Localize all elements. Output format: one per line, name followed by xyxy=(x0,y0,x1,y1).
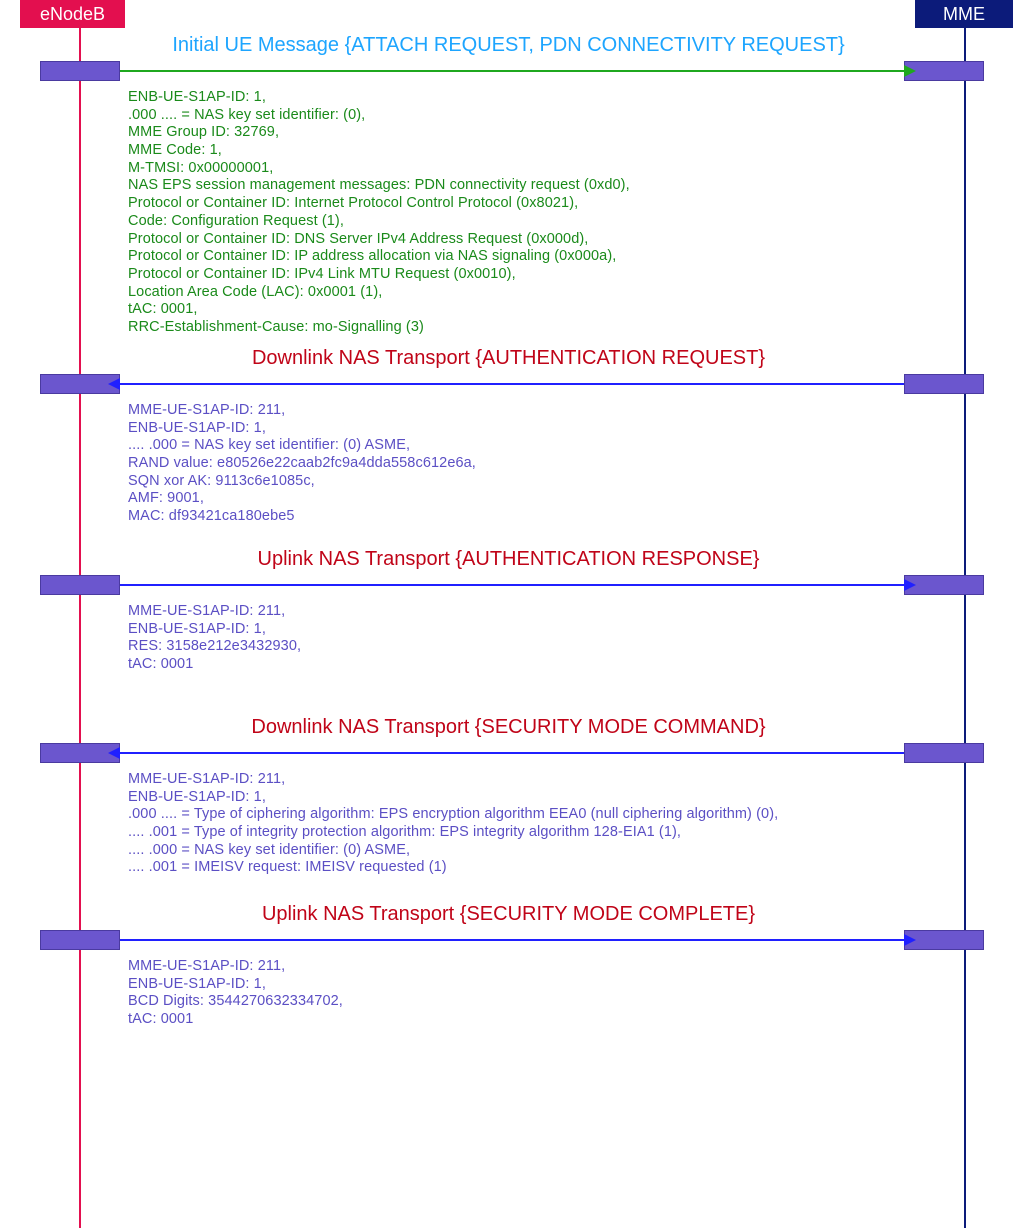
arrow-line xyxy=(120,383,904,385)
message-title: Initial UE Message {ATTACH REQUEST, PDN … xyxy=(0,34,1017,57)
arrow-head-left-icon xyxy=(108,378,120,390)
message-title: Downlink NAS Transport {SECURITY MODE CO… xyxy=(0,716,1017,739)
arrow-head-right-icon xyxy=(904,65,916,77)
message-auth-request: Downlink NAS Transport {AUTHENTICATION R… xyxy=(0,347,1017,520)
activation-bar-mme xyxy=(904,575,984,595)
message-security-complete: Uplink NAS Transport {SECURITY MODE COMP… xyxy=(0,903,1017,1023)
message-title: Downlink NAS Transport {AUTHENTICATION R… xyxy=(0,347,1017,370)
activation-bar-mme xyxy=(904,374,984,394)
arrow-head-left-icon xyxy=(108,747,120,759)
arrow-line xyxy=(120,70,904,72)
activation-bar-enodeb xyxy=(40,930,120,950)
arrow-head-right-icon xyxy=(904,934,916,946)
message-details: MME-UE-S1AP-ID: 211, ENB-UE-S1AP-ID: 1, … xyxy=(128,402,1017,526)
arrow-head-right-icon xyxy=(904,579,916,591)
activation-bar-enodeb xyxy=(40,61,120,81)
activation-bar-mme xyxy=(904,61,984,81)
arrow-line xyxy=(120,752,904,754)
participant-enodeb: eNodeB xyxy=(20,0,125,28)
message-title: Uplink NAS Transport {AUTHENTICATION RES… xyxy=(0,548,1017,571)
activation-bar-mme xyxy=(904,930,984,950)
participant-mme: MME xyxy=(915,0,1013,28)
message-details: ENB-UE-S1AP-ID: 1, .000 .... = NAS key s… xyxy=(128,89,1017,337)
message-auth-response: Uplink NAS Transport {AUTHENTICATION RES… xyxy=(0,548,1017,668)
message-details: MME-UE-S1AP-ID: 211, ENB-UE-S1AP-ID: 1, … xyxy=(128,771,1017,877)
message-details: MME-UE-S1AP-ID: 211, ENB-UE-S1AP-ID: 1, … xyxy=(128,603,1017,674)
activation-bar-mme xyxy=(904,743,984,763)
message-initial-ue: Initial UE Message {ATTACH REQUEST, PDN … xyxy=(0,34,1017,331)
activation-bar-enodeb xyxy=(40,575,120,595)
message-title: Uplink NAS Transport {SECURITY MODE COMP… xyxy=(0,903,1017,926)
message-details: MME-UE-S1AP-ID: 211, ENB-UE-S1AP-ID: 1, … xyxy=(128,958,1017,1029)
message-security-command: Downlink NAS Transport {SECURITY MODE CO… xyxy=(0,716,1017,871)
arrow-line xyxy=(120,584,904,586)
arrow-line xyxy=(120,939,904,941)
